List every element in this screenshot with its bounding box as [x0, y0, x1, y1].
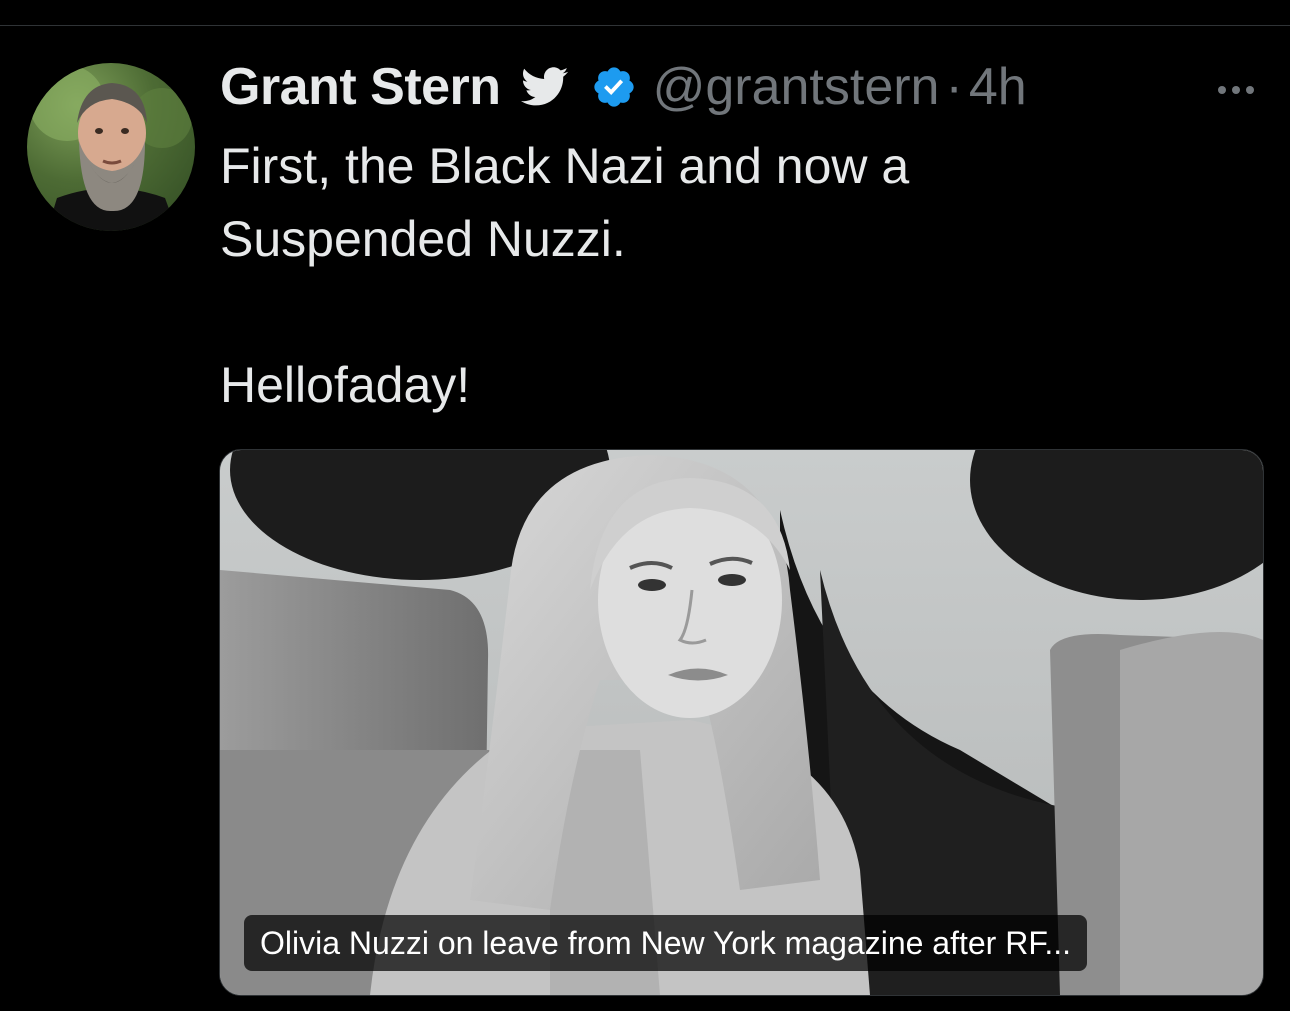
- more-options-button[interactable]: [1212, 78, 1260, 102]
- preview-image: [220, 450, 1263, 995]
- top-divider: [0, 25, 1290, 26]
- tweet-text: First, the Black Nazi and now a Suspende…: [220, 130, 1260, 422]
- verified-icon: [591, 64, 637, 110]
- avatar[interactable]: [27, 63, 195, 231]
- header-separator: ·: [945, 58, 963, 116]
- tweet-text-line: Suspended Nuzzi.: [220, 211, 626, 267]
- more-icon-dot: [1232, 86, 1240, 94]
- tweet-text-line: Hellofaday!: [220, 357, 471, 413]
- tweet-header: Grant Stern @grantstern · 4h: [220, 52, 1027, 122]
- preview-caption: Olivia Nuzzi on leave from New York maga…: [244, 915, 1087, 971]
- more-icon-dot: [1246, 86, 1254, 94]
- tweet-timestamp[interactable]: 4h: [969, 57, 1027, 117]
- avatar-image: [29, 65, 192, 231]
- bird-icon: [520, 67, 569, 107]
- tweet-text-line: First, the Black Nazi and now a: [220, 138, 910, 194]
- author-handle[interactable]: @grantstern: [653, 57, 940, 117]
- author-display-name[interactable]: Grant Stern: [220, 57, 501, 117]
- more-icon-dot: [1218, 86, 1226, 94]
- link-preview-card[interactable]: Olivia Nuzzi on leave from New York maga…: [219, 449, 1264, 996]
